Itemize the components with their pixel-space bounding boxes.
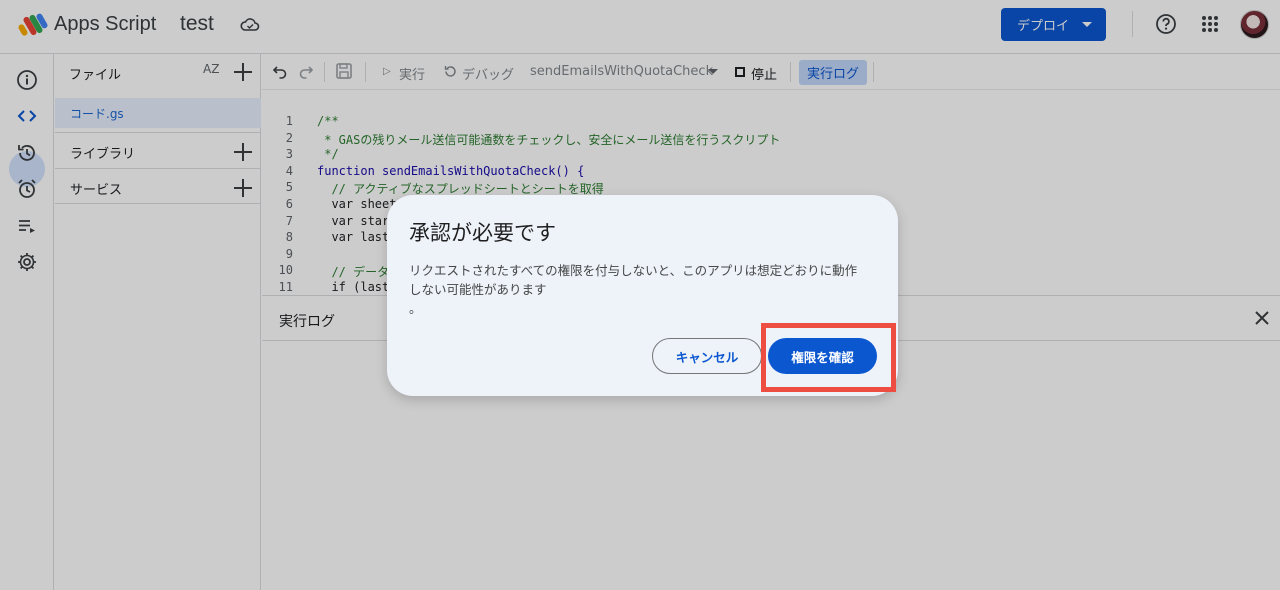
- dialog-body-line: リクエストされたすべての権限を付与しないと、このアプリは想定どおりに動作: [409, 263, 858, 278]
- cancel-button[interactable]: キャンセル: [652, 338, 762, 374]
- dialog-body-line: 。: [409, 301, 422, 316]
- dialog-body-line: しない可能性があります: [409, 282, 547, 297]
- dialog-body: リクエストされたすべての権限を付与しないと、このアプリは想定どおりに動作 しない…: [409, 261, 881, 318]
- highlight-annotation: [761, 323, 896, 392]
- dialog-title: 承認が必要です: [409, 221, 556, 245]
